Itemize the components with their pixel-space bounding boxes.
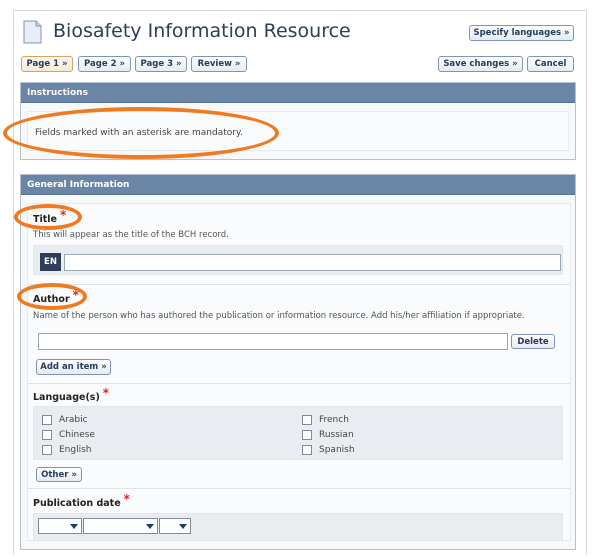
page-title: Biosafety Information Resource — [53, 20, 351, 42]
month-select[interactable] — [83, 518, 158, 534]
russian-checkbox[interactable] — [302, 430, 312, 440]
page-2-button[interactable]: Page 2 » — [78, 56, 131, 72]
french-label: French — [319, 415, 349, 425]
required-marker: * — [72, 288, 79, 302]
page-3-button[interactable]: Page 3 » — [135, 56, 187, 72]
instructions-section: Instructions Fields marked with an aster… — [20, 82, 576, 160]
instructions-text: Fields marked with an asterisk are manda… — [35, 128, 243, 138]
review-button[interactable]: Review » — [191, 56, 247, 72]
general-information-heading: General Information — [21, 175, 575, 195]
title-input[interactable] — [64, 254, 561, 271]
year-select[interactable] — [159, 518, 191, 534]
other-language-button[interactable]: Other » — [36, 467, 82, 482]
chinese-checkbox[interactable] — [42, 430, 52, 440]
author-label: Author * — [33, 288, 79, 305]
chevron-down-icon — [179, 524, 187, 529]
english-checkbox[interactable] — [42, 445, 52, 455]
page-1-button[interactable]: Page 1 » — [21, 56, 73, 72]
russian-label: Russian — [319, 430, 354, 440]
author-input[interactable] — [38, 333, 508, 350]
required-marker: * — [59, 208, 67, 222]
languages-label: Language(s) * — [33, 386, 110, 403]
field-divider — [27, 488, 571, 489]
instructions-heading: Instructions — [21, 83, 575, 103]
language-tag-en: EN — [40, 253, 61, 271]
title-label: Title * — [33, 208, 67, 225]
spanish-checkbox[interactable] — [302, 445, 312, 455]
chevron-down-icon — [146, 524, 154, 529]
spanish-label: Spanish — [319, 445, 355, 455]
delete-author-button[interactable]: Delete — [511, 334, 555, 349]
publication-date-label: Publication date * — [33, 492, 130, 509]
specify-languages-button[interactable]: Specify languages » — [469, 25, 574, 41]
general-information-section: General Information Title * This will app… — [20, 174, 576, 550]
day-select[interactable] — [38, 518, 82, 534]
chevron-down-icon — [70, 524, 78, 529]
arabic-label: Arabic — [59, 415, 88, 425]
title-help: This will appear as the title of the BCH… — [33, 230, 229, 240]
document-icon — [23, 20, 42, 44]
cancel-button[interactable]: Cancel — [527, 56, 574, 72]
languages-options-box — [33, 406, 563, 460]
french-checkbox[interactable] — [302, 415, 312, 425]
field-divider — [27, 284, 571, 285]
arabic-checkbox[interactable] — [42, 415, 52, 425]
save-changes-button[interactable]: Save changes » — [438, 56, 523, 72]
author-help: Name of the person who has authored the … — [33, 311, 525, 321]
chinese-label: Chinese — [59, 430, 95, 440]
required-marker: * — [123, 492, 130, 506]
add-item-button[interactable]: Add an item » — [36, 359, 111, 375]
required-marker: * — [102, 386, 110, 400]
field-divider — [27, 383, 571, 384]
english-label: English — [59, 445, 92, 455]
